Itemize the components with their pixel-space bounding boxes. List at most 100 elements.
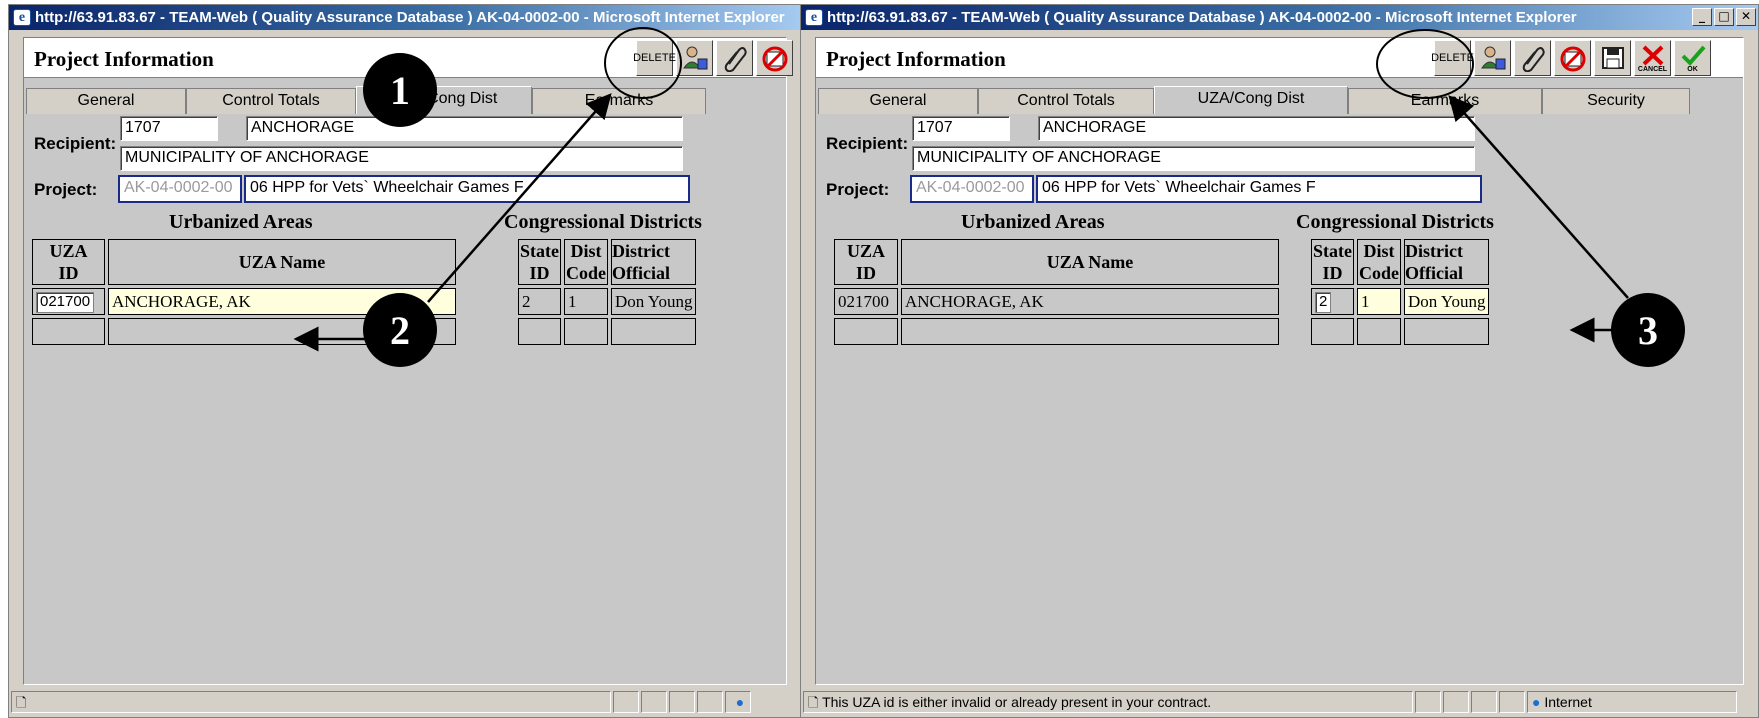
window-controls: _ □ ✕ bbox=[1692, 8, 1756, 26]
uza-id-cell[interactable]: 021700 bbox=[834, 288, 898, 315]
ie-page-icon: 🗋 bbox=[16, 695, 27, 710]
urbanized-areas-title: Urbanized Areas bbox=[961, 211, 1105, 233]
dist-code-header: Dist Code bbox=[564, 239, 608, 285]
user-edit-button[interactable] bbox=[1474, 40, 1511, 76]
ok-button[interactable]: OK bbox=[1674, 40, 1711, 76]
district-official-header: District Official bbox=[1404, 239, 1490, 285]
close-button[interactable]: ✕ bbox=[1736, 8, 1756, 26]
cancel-button[interactable]: CANCEL bbox=[1634, 40, 1671, 76]
user-edit-icon bbox=[682, 46, 707, 70]
maximize-button[interactable]: □ bbox=[1714, 8, 1734, 26]
table-row: 2 1 Don Young bbox=[518, 288, 697, 315]
status-message: This UZA id is either invalid or already… bbox=[822, 694, 1212, 710]
title-bar[interactable]: e http://63.91.83.67 - TEAM-Web ( Qualit… bbox=[9, 5, 801, 30]
ok-label: OK bbox=[1687, 66, 1698, 73]
tab-earmarks[interactable]: Earmarks bbox=[532, 88, 706, 114]
status-pane bbox=[1443, 691, 1469, 713]
district-official-header: District Official bbox=[611, 239, 697, 285]
cancel-label: CANCEL bbox=[1637, 66, 1668, 73]
attach-icon bbox=[724, 47, 747, 72]
attach-button[interactable] bbox=[716, 40, 753, 76]
status-pane bbox=[669, 691, 695, 713]
recipient-id-field[interactable]: 1707 bbox=[912, 116, 1010, 141]
district-official-cell[interactable]: Don Young bbox=[1404, 288, 1490, 315]
district-official-cell[interactable] bbox=[611, 318, 697, 345]
uza-id-header: UZA ID bbox=[32, 239, 105, 285]
uza-id-input[interactable]: 021700 bbox=[36, 291, 95, 313]
delete-button[interactable]: DELETE bbox=[633, 40, 676, 76]
uza-name-cell[interactable] bbox=[901, 318, 1279, 345]
recipient-label: Recipient: bbox=[826, 134, 909, 153]
dist-code-cell[interactable] bbox=[564, 318, 608, 345]
table-row: 021700 ANCHORAGE, AK bbox=[834, 288, 1279, 315]
tab-control-totals[interactable]: Control Totals bbox=[186, 88, 356, 114]
table-row bbox=[518, 318, 697, 345]
congressional-districts-title: Congressional Districts bbox=[1296, 211, 1494, 233]
no-print-icon bbox=[1560, 46, 1585, 72]
page-title: Project Information bbox=[34, 47, 214, 71]
urbanized-areas-title: Urbanized Areas bbox=[169, 211, 313, 233]
uza-name-header: UZA Name bbox=[108, 239, 456, 285]
project-label: Project: bbox=[826, 180, 890, 199]
attach-button[interactable] bbox=[1514, 40, 1551, 76]
tab-uza-cong-dist[interactable]: UZA/Cong Dist bbox=[356, 86, 532, 114]
tab-security[interactable]: Security bbox=[1542, 88, 1690, 114]
uza-name-cell[interactable]: ANCHORAGE, AK bbox=[108, 288, 456, 315]
user-edit-button[interactable] bbox=[676, 40, 713, 76]
ie-page-icon: 🗋 bbox=[808, 695, 819, 710]
status-pane bbox=[697, 691, 723, 713]
state-id-cell[interactable]: 2 bbox=[518, 288, 561, 315]
ie-page-icon: e bbox=[805, 9, 823, 26]
project-desc-field[interactable]: 06 HPP for Vets` Wheelchair Games F bbox=[1036, 175, 1482, 203]
tab-bar: General Control Totals UZA/Cong Dist Ear… bbox=[26, 86, 706, 114]
tab-general[interactable]: General bbox=[818, 88, 978, 114]
project-desc-field[interactable]: 06 HPP for Vets` Wheelchair Games F bbox=[244, 175, 690, 203]
delete-button[interactable]: DELETE bbox=[1431, 40, 1474, 76]
internet-zone-icon: ● bbox=[725, 691, 751, 713]
no-print-icon bbox=[762, 46, 787, 72]
recipient-id-field[interactable]: 1707 bbox=[120, 116, 218, 141]
status-pane bbox=[613, 691, 639, 713]
ie-page-icon: e bbox=[13, 9, 31, 26]
district-official-cell[interactable]: Don Young bbox=[611, 288, 697, 315]
recipient-city-field[interactable]: ANCHORAGE bbox=[1038, 116, 1475, 141]
uza-name-header: UZA Name bbox=[901, 239, 1279, 285]
status-text: 🗋 This UZA id is either invalid or alrea… bbox=[803, 691, 1413, 713]
state-id-cell[interactable] bbox=[518, 318, 561, 345]
user-edit-icon bbox=[1480, 46, 1505, 70]
header-bar: Project Information DELETE bbox=[24, 38, 793, 78]
dist-code-header: Dist Code bbox=[1357, 239, 1401, 285]
uza-id-cell[interactable] bbox=[834, 318, 898, 345]
dist-code-cell[interactable]: 1 bbox=[1357, 288, 1401, 315]
table-row bbox=[32, 318, 456, 345]
uza-id-header: UZA ID bbox=[834, 239, 898, 285]
project-id-field: AK-04-0002-00 bbox=[118, 175, 242, 203]
title-bar[interactable]: e http://63.91.83.67 - TEAM-Web ( Qualit… bbox=[801, 5, 1758, 30]
state-id-header: State ID bbox=[1311, 239, 1354, 285]
state-id-cell[interactable] bbox=[1311, 318, 1354, 345]
minimize-button[interactable]: _ bbox=[1692, 8, 1712, 26]
state-id-input[interactable]: 2 bbox=[1315, 291, 1332, 313]
tab-general[interactable]: General bbox=[26, 88, 186, 114]
tab-earmarks[interactable]: Earmarks bbox=[1348, 88, 1542, 114]
save-button[interactable] bbox=[1594, 40, 1631, 76]
uza-id-cell[interactable]: 021700 bbox=[32, 288, 105, 315]
recipient-city-field[interactable]: ANCHORAGE bbox=[246, 116, 683, 141]
no-print-button[interactable] bbox=[1554, 40, 1591, 76]
uza-name-cell[interactable]: ANCHORAGE, AK bbox=[901, 288, 1279, 315]
table-row bbox=[1311, 318, 1490, 345]
dist-code-cell[interactable] bbox=[1357, 318, 1401, 345]
tab-control-totals[interactable]: Control Totals bbox=[978, 88, 1154, 114]
internet-zone-icon: ● bbox=[1532, 694, 1541, 710]
dist-code-cell[interactable]: 1 bbox=[564, 288, 608, 315]
uza-name-cell[interactable] bbox=[108, 318, 456, 345]
state-id-cell[interactable]: 2 bbox=[1311, 288, 1354, 315]
no-print-button[interactable] bbox=[756, 40, 793, 76]
tab-uza-cong-dist[interactable]: UZA/Cong Dist bbox=[1154, 86, 1348, 114]
zone-pane: ● Internet bbox=[1527, 691, 1737, 713]
recipient-name-field[interactable]: MUNICIPALITY OF ANCHORAGE bbox=[120, 146, 683, 171]
uza-id-cell[interactable] bbox=[32, 318, 105, 345]
recipient-name-field[interactable]: MUNICIPALITY OF ANCHORAGE bbox=[912, 146, 1475, 171]
table-row: 021700 ANCHORAGE, AK bbox=[32, 288, 456, 315]
district-official-cell[interactable] bbox=[1404, 318, 1490, 345]
